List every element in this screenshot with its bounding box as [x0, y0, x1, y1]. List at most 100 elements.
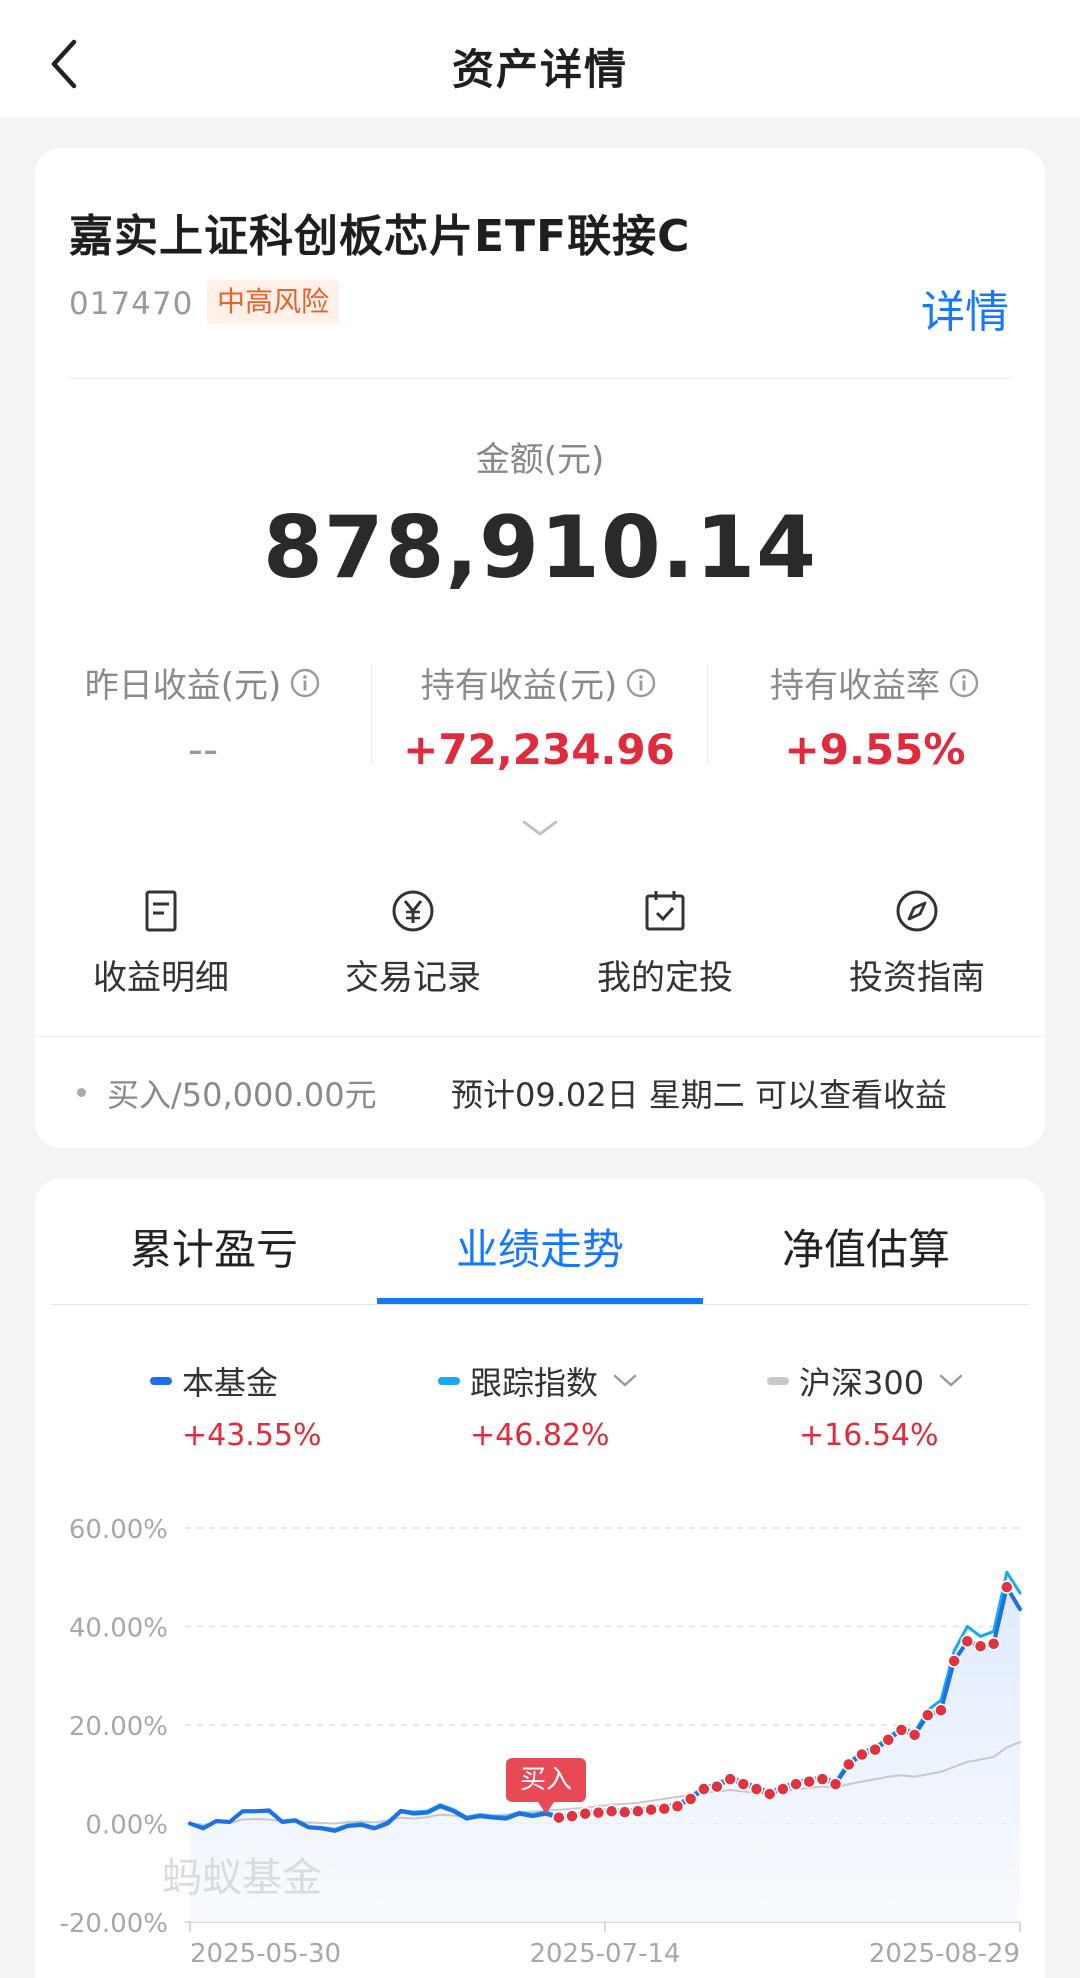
divider [35, 1036, 1045, 1037]
buy-point [604, 1804, 619, 1818]
buy-point [947, 1654, 961, 1668]
buy-point [907, 1728, 922, 1742]
buy-point [1000, 1580, 1014, 1594]
y-tick-label: 20.00% [69, 1712, 168, 1742]
legend-name: 跟踪指数 [470, 1364, 599, 1402]
x-tick-label: 2025-08-29 [869, 1939, 1020, 1969]
buy-point [749, 1782, 764, 1796]
buy-point [591, 1805, 606, 1820]
info-icon[interactable] [625, 667, 657, 699]
tab-cumulative-pnl[interactable]: 累计盈亏 [51, 1216, 377, 1277]
yen-circle-icon [392, 890, 434, 932]
legend-tracking-index[interactable]: 跟踪指数 +46.82% [438, 1358, 638, 1453]
buy-point [789, 1777, 803, 1791]
legend-swatch [767, 1377, 789, 1385]
header-bar: 资产详情 [0, 0, 1080, 118]
tab-baseline [51, 1304, 1029, 1305]
buy-point [973, 1639, 988, 1653]
stat-label: 持有收益(元) [420, 666, 618, 706]
pending-order-text: 买入/50,000.00元 [107, 1076, 377, 1114]
buy-point [776, 1782, 790, 1796]
legend-name: 沪深300 [799, 1364, 925, 1402]
buy-point [723, 1772, 737, 1786]
tab-performance-trend[interactable]: 业绩走势 [377, 1216, 703, 1277]
buy-point [552, 1810, 566, 1825]
buy-point [934, 1703, 948, 1717]
info-icon[interactable] [948, 667, 980, 699]
buy-point [644, 1802, 658, 1817]
stat-yesterday-income: 昨日收益(元) -- [35, 658, 371, 774]
y-tick-label: 0.00% [85, 1811, 168, 1841]
fund-code: 017470 [69, 286, 194, 322]
legend-name: 本基金 [182, 1364, 279, 1402]
stat-label: 持有收益率 [770, 666, 940, 706]
amount-value: 878,910.14 [262, 498, 818, 598]
buy-point [986, 1636, 1001, 1651]
calendar-check-icon [645, 891, 685, 931]
risk-badge: 中高风险 [207, 280, 340, 324]
action-my-auto-invest[interactable]: 我的定投 [539, 888, 791, 999]
page-title: 资产详情 [451, 45, 628, 94]
legend-value: +43.55% [182, 1418, 322, 1453]
pending-order-note: 预计09.02日 星期二 可以查看收益 [451, 1076, 947, 1114]
y-tick-label: 60.00% [69, 1515, 168, 1545]
buy-point [565, 1809, 579, 1823]
tab-nav-estimate[interactable]: 净值估算 [703, 1216, 1029, 1277]
watermark: 蚂蚁基金 [162, 1855, 322, 1901]
chevron-down-icon[interactable] [612, 1373, 638, 1389]
active-tab-indicator [377, 1298, 703, 1304]
stat-value: +9.55% [784, 725, 966, 774]
expand-chevron-icon[interactable] [518, 816, 562, 840]
action-invest-guide[interactable]: 投资指南 [791, 888, 1043, 999]
action-label: 收益明细 [93, 958, 229, 998]
buy-point [736, 1777, 751, 1791]
action-trade-records[interactable]: 交易记录 [287, 888, 539, 999]
stat-label: 昨日收益(元) [84, 666, 282, 706]
fund-detail-link[interactable]: 详情 [921, 276, 1009, 340]
stat-holding-rate: 持有收益率 +9.55% [707, 658, 1043, 774]
y-tick-label: 40.00% [69, 1614, 168, 1644]
buy-point [881, 1733, 896, 1747]
stat-value: +72,234.96 [403, 725, 675, 774]
legend-value: +46.82% [470, 1418, 610, 1453]
legend-value: +16.54% [799, 1418, 939, 1453]
buy-point [618, 1805, 632, 1819]
buy-point [921, 1708, 935, 1722]
buy-point [762, 1787, 777, 1801]
y-tick-label: -20.00% [59, 1909, 168, 1939]
buy-point [868, 1742, 882, 1757]
buy-marker-tag: 买入 [506, 1758, 586, 1814]
fund-name: 嘉实上证科创板芯片ETF联接C [69, 211, 691, 262]
action-income-detail[interactable]: 收益明细 [35, 888, 287, 999]
buy-point [815, 1772, 830, 1786]
stat-holding-income: 持有收益(元) +72,234.96 [371, 658, 707, 774]
buy-point [841, 1757, 856, 1772]
fund-summary-card: 嘉实上证科创板芯片ETF联接C 017470 中高风险 详情 金额(元) 878… [35, 148, 1045, 1148]
stat-value: -- [187, 725, 219, 774]
buy-point [697, 1782, 711, 1796]
action-label: 我的定投 [597, 958, 733, 998]
buy-point [578, 1806, 592, 1821]
buy-point [683, 1792, 698, 1806]
buy-point [894, 1723, 909, 1737]
bullet-dot [77, 1088, 86, 1097]
buy-point [631, 1804, 645, 1818]
buy-point [960, 1634, 975, 1649]
action-label: 投资指南 [849, 958, 985, 998]
legend-swatch [438, 1377, 460, 1385]
amount-label: 金额(元) [475, 440, 605, 480]
performance-chart: 60.00% 40.00% 20.00% 0.00% -20.00% 2025-05-30… [59, 1515, 1022, 1969]
x-tick-label: 2025-07-14 [529, 1939, 680, 1969]
buy-point [670, 1799, 685, 1814]
buy-point [855, 1747, 869, 1762]
buy-point [802, 1774, 816, 1789]
legend-this-fund[interactable]: 本基金 +43.55% [150, 1358, 322, 1453]
info-icon[interactable] [289, 667, 321, 699]
legend-csi300[interactable]: 沪深300 +16.54% [767, 1358, 964, 1453]
action-label: 交易记录 [345, 958, 481, 998]
compass-icon [896, 890, 938, 932]
buy-point [657, 1801, 672, 1816]
divider [69, 378, 1011, 379]
chevron-down-icon[interactable] [938, 1373, 964, 1389]
buy-point [710, 1779, 724, 1794]
